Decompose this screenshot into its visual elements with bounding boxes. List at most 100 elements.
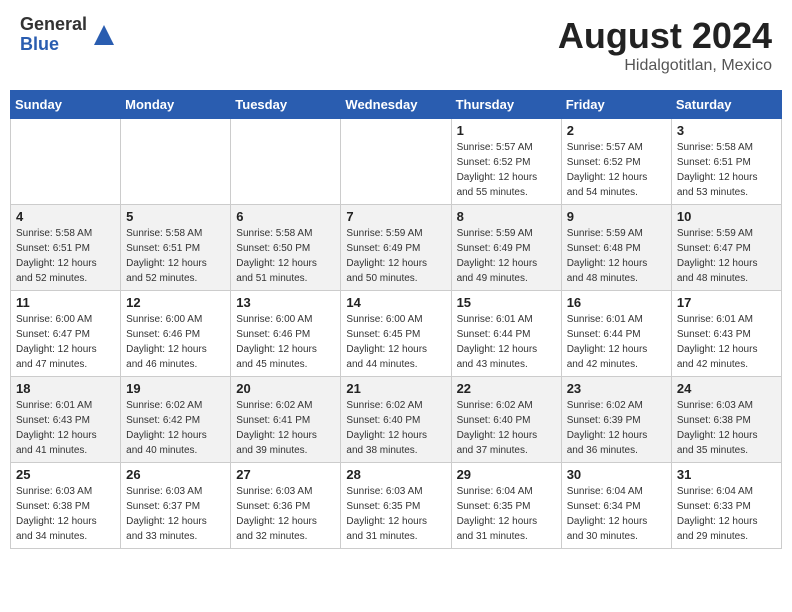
calendar-day: 14Sunrise: 6:00 AM Sunset: 6:45 PM Dayli… bbox=[341, 291, 451, 377]
day-info: Sunrise: 6:02 AM Sunset: 6:39 PM Dayligh… bbox=[567, 398, 666, 458]
day-number: 17 bbox=[677, 295, 776, 310]
calendar-table: SundayMondayTuesdayWednesdayThursdayFrid… bbox=[10, 90, 782, 549]
day-info: Sunrise: 5:58 AM Sunset: 6:51 PM Dayligh… bbox=[16, 226, 115, 286]
day-info: Sunrise: 5:58 AM Sunset: 6:51 PM Dayligh… bbox=[126, 226, 225, 286]
calendar-day bbox=[11, 119, 121, 205]
calendar-day bbox=[231, 119, 341, 205]
day-info: Sunrise: 6:01 AM Sunset: 6:44 PM Dayligh… bbox=[457, 312, 556, 372]
calendar-day: 7Sunrise: 5:59 AM Sunset: 6:49 PM Daylig… bbox=[341, 205, 451, 291]
day-info: Sunrise: 6:02 AM Sunset: 6:42 PM Dayligh… bbox=[126, 398, 225, 458]
title-block: August 2024 Hidalgotitlan, Mexico bbox=[558, 15, 772, 75]
calendar-day: 27 Sunrise: 6:03 AM Sunset: 6:36 PM Dayli… bbox=[231, 463, 341, 549]
day-number: 19 bbox=[126, 381, 225, 396]
day-info: Sunrise: 5:59 AM Sunset: 6:48 PM Dayligh… bbox=[567, 226, 666, 286]
calendar-day: 12Sunrise: 6:00 AM Sunset: 6:46 PM Dayli… bbox=[121, 291, 231, 377]
day-info: Sunrise: 6:03 AM Sunset: 6:38 PM Dayligh… bbox=[16, 484, 115, 544]
day-number: 7 bbox=[346, 209, 445, 224]
day-info: Sunrise: 6:03 AM Sunset: 6:36 PM Dayligh… bbox=[236, 484, 335, 544]
calendar-day bbox=[121, 119, 231, 205]
day-number: 25 bbox=[16, 467, 115, 482]
calendar-day: 4 Sunrise: 5:58 AM Sunset: 6:51 PM Daylig… bbox=[11, 205, 121, 291]
day-info: Sunrise: 6:02 AM Sunset: 6:40 PM Dayligh… bbox=[457, 398, 556, 458]
calendar-day: 10Sunrise: 5:59 AM Sunset: 6:47 PM Dayli… bbox=[671, 205, 781, 291]
calendar-day: 17Sunrise: 6:01 AM Sunset: 6:43 PM Dayli… bbox=[671, 291, 781, 377]
day-number: 14 bbox=[346, 295, 445, 310]
calendar-day: 8 Sunrise: 5:59 AM Sunset: 6:49 PM Daylig… bbox=[451, 205, 561, 291]
day-number: 5 bbox=[126, 209, 225, 224]
day-info: Sunrise: 6:00 AM Sunset: 6:47 PM Dayligh… bbox=[16, 312, 115, 372]
day-number: 8 bbox=[457, 209, 556, 224]
day-number: 30 bbox=[567, 467, 666, 482]
day-info: Sunrise: 6:01 AM Sunset: 6:44 PM Dayligh… bbox=[567, 312, 666, 372]
day-number: 3 bbox=[677, 123, 776, 138]
day-number: 26 bbox=[126, 467, 225, 482]
calendar-day: 21 Sunrise: 6:02 AM Sunset: 6:40 PM Dayli… bbox=[341, 377, 451, 463]
calendar-week-4: 18Sunrise: 6:01 AM Sunset: 6:43 PM Dayli… bbox=[11, 377, 782, 463]
calendar-day: 15 Sunrise: 6:01 AM Sunset: 6:44 PM Dayli… bbox=[451, 291, 561, 377]
calendar-day bbox=[341, 119, 451, 205]
day-number: 18 bbox=[16, 381, 115, 396]
calendar-day: 13 Sunrise: 6:00 AM Sunset: 6:46 PM Dayli… bbox=[231, 291, 341, 377]
calendar-day: 9 Sunrise: 5:59 AM Sunset: 6:48 PM Daylig… bbox=[561, 205, 671, 291]
calendar-day: 25 Sunrise: 6:03 AM Sunset: 6:38 PM Dayli… bbox=[11, 463, 121, 549]
calendar-header-row: SundayMondayTuesdayWednesdayThursdayFrid… bbox=[11, 91, 782, 119]
calendar-day: 26 Sunrise: 6:03 AM Sunset: 6:37 PM Dayli… bbox=[121, 463, 231, 549]
calendar-day: 28 Sunrise: 6:03 AM Sunset: 6:35 PM Dayli… bbox=[341, 463, 451, 549]
day-number: 29 bbox=[457, 467, 556, 482]
calendar-day: 16 Sunrise: 6:01 AM Sunset: 6:44 PM Dayli… bbox=[561, 291, 671, 377]
day-number: 10 bbox=[677, 209, 776, 224]
calendar-day: 11 Sunrise: 6:00 AM Sunset: 6:47 PM Dayli… bbox=[11, 291, 121, 377]
day-number: 15 bbox=[457, 295, 556, 310]
day-number: 12 bbox=[126, 295, 225, 310]
day-header-sunday: Sunday bbox=[11, 91, 121, 119]
day-header-thursday: Thursday bbox=[451, 91, 561, 119]
day-info: Sunrise: 6:00 AM Sunset: 6:46 PM Dayligh… bbox=[236, 312, 335, 372]
day-info: Sunrise: 6:02 AM Sunset: 6:41 PM Dayligh… bbox=[236, 398, 335, 458]
day-number: 11 bbox=[16, 295, 115, 310]
day-info: Sunrise: 6:04 AM Sunset: 6:35 PM Dayligh… bbox=[457, 484, 556, 544]
day-info: Sunrise: 6:03 AM Sunset: 6:37 PM Dayligh… bbox=[126, 484, 225, 544]
day-info: Sunrise: 5:57 AM Sunset: 6:52 PM Dayligh… bbox=[457, 140, 556, 200]
day-info: Sunrise: 6:03 AM Sunset: 6:38 PM Dayligh… bbox=[677, 398, 776, 458]
calendar-day: 19 Sunrise: 6:02 AM Sunset: 6:42 PM Dayli… bbox=[121, 377, 231, 463]
day-number: 20 bbox=[236, 381, 335, 396]
calendar-week-1: 1Sunrise: 5:57 AM Sunset: 6:52 PM Daylig… bbox=[11, 119, 782, 205]
calendar-day: 5 Sunrise: 5:58 AM Sunset: 6:51 PM Daylig… bbox=[121, 205, 231, 291]
day-info: Sunrise: 6:04 AM Sunset: 6:33 PM Dayligh… bbox=[677, 484, 776, 544]
logo-general-text: General bbox=[20, 15, 87, 35]
calendar-day: 31 Sunrise: 6:04 AM Sunset: 6:33 PM Dayli… bbox=[671, 463, 781, 549]
calendar-day: 1Sunrise: 5:57 AM Sunset: 6:52 PM Daylig… bbox=[451, 119, 561, 205]
day-info: Sunrise: 5:58 AM Sunset: 6:51 PM Dayligh… bbox=[677, 140, 776, 200]
calendar-day: 20 Sunrise: 6:02 AM Sunset: 6:41 PM Dayli… bbox=[231, 377, 341, 463]
day-number: 9 bbox=[567, 209, 666, 224]
day-number: 4 bbox=[16, 209, 115, 224]
calendar-day: 29 Sunrise: 6:04 AM Sunset: 6:35 PM Dayli… bbox=[451, 463, 561, 549]
day-info: Sunrise: 6:03 AM Sunset: 6:35 PM Dayligh… bbox=[346, 484, 445, 544]
day-info: Sunrise: 6:04 AM Sunset: 6:34 PM Dayligh… bbox=[567, 484, 666, 544]
logo: General Blue bbox=[20, 15, 119, 55]
calendar-day: 22Sunrise: 6:02 AM Sunset: 6:40 PM Dayli… bbox=[451, 377, 561, 463]
calendar-title: August 2024 bbox=[558, 15, 772, 57]
day-number: 24 bbox=[677, 381, 776, 396]
calendar-day: 30 Sunrise: 6:04 AM Sunset: 6:34 PM Dayli… bbox=[561, 463, 671, 549]
calendar-location: Hidalgotitlan, Mexico bbox=[558, 57, 772, 75]
calendar-day: 18Sunrise: 6:01 AM Sunset: 6:43 PM Dayli… bbox=[11, 377, 121, 463]
calendar-day: 2 Sunrise: 5:57 AM Sunset: 6:52 PM Daylig… bbox=[561, 119, 671, 205]
day-number: 21 bbox=[346, 381, 445, 396]
day-number: 2 bbox=[567, 123, 666, 138]
day-info: Sunrise: 5:57 AM Sunset: 6:52 PM Dayligh… bbox=[567, 140, 666, 200]
day-number: 27 bbox=[236, 467, 335, 482]
day-number: 31 bbox=[677, 467, 776, 482]
calendar-day: 6Sunrise: 5:58 AM Sunset: 6:50 PM Daylig… bbox=[231, 205, 341, 291]
day-number: 28 bbox=[346, 467, 445, 482]
day-number: 13 bbox=[236, 295, 335, 310]
day-number: 16 bbox=[567, 295, 666, 310]
day-info: Sunrise: 6:02 AM Sunset: 6:40 PM Dayligh… bbox=[346, 398, 445, 458]
day-header-wednesday: Wednesday bbox=[341, 91, 451, 119]
day-number: 23 bbox=[567, 381, 666, 396]
day-info: Sunrise: 5:59 AM Sunset: 6:49 PM Dayligh… bbox=[457, 226, 556, 286]
calendar-week-3: 11 Sunrise: 6:00 AM Sunset: 6:47 PM Dayli… bbox=[11, 291, 782, 377]
calendar-day: 23 Sunrise: 6:02 AM Sunset: 6:39 PM Dayli… bbox=[561, 377, 671, 463]
day-header-friday: Friday bbox=[561, 91, 671, 119]
calendar-week-2: 4 Sunrise: 5:58 AM Sunset: 6:51 PM Daylig… bbox=[11, 205, 782, 291]
